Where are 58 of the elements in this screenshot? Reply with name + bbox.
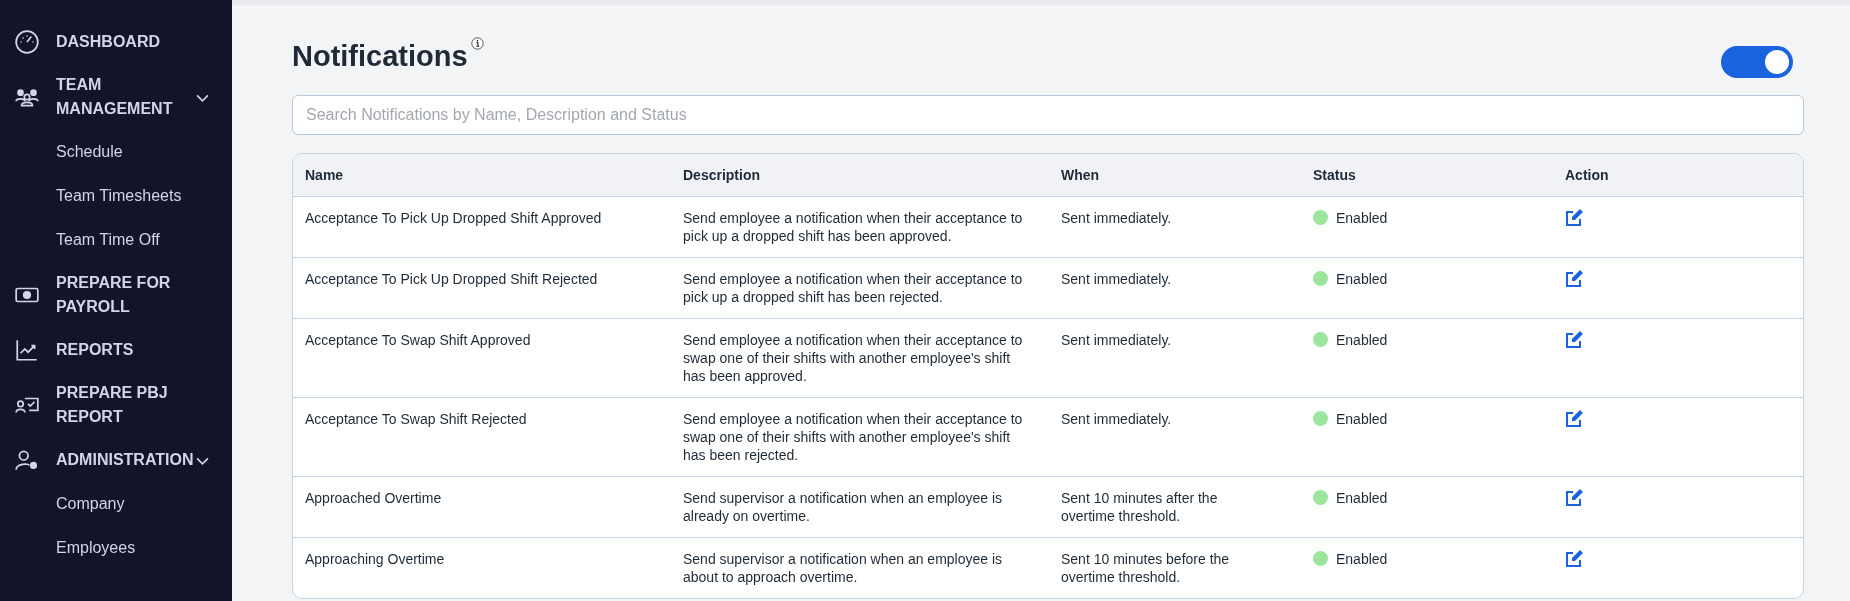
- table-cell-text: Acceptance To Swap Shift Rejected: [304, 410, 528, 429]
- nav-label: PREPARE PBJ REPORT: [56, 383, 169, 427]
- status-text: Enabled: [1336, 489, 1388, 507]
- status-text: Enabled: [1336, 270, 1388, 288]
- nav-item[interactable]: PREPARE FOR PAYROLL: [0, 262, 232, 328]
- page-title: Notifications: [292, 40, 468, 73]
- table-cell-text: Send employee a notification when their acceptance to swap one of their shifts with another employee's shift has been approved.: [682, 331, 1024, 386]
- nav-subitem[interactable]: Team Time Off: [0, 218, 232, 262]
- nav-label: TEAM MANAGEMENT: [56, 75, 174, 119]
- column-header: When: [1060, 166, 1101, 184]
- toggle-switch[interactable]: [1721, 46, 1793, 78]
- table-cell-text: Acceptance To Swap Shift Approved: [304, 331, 532, 350]
- edit-icon[interactable]: [1565, 410, 1583, 428]
- column-header: Description: [682, 166, 761, 184]
- edit-icon[interactable]: [1565, 270, 1583, 288]
- table-cell-text: Sent 10 minutes after the overtime threshold.: [1060, 489, 1219, 526]
- nav-subitem[interactable]: Team Timesheets: [0, 174, 232, 218]
- status-text: Enabled: [1336, 331, 1388, 349]
- table-cell-text: Sent immediately.: [1060, 270, 1173, 289]
- nav-subitem[interactable]: Employees: [0, 526, 232, 570]
- table-cell-text: Acceptance To Pick Up Dropped Shift Rejected: [304, 270, 599, 289]
- nav-label: ADMINISTRATION: [56, 450, 194, 470]
- table-cell-text: Acceptance To Pick Up Dropped Shift Approved: [304, 209, 603, 228]
- nav-label: DASHBOARD: [56, 32, 161, 52]
- edit-icon[interactable]: [1565, 331, 1583, 349]
- table-cell-text: Send supervisor a notification when an employee is about to approach overtime.: [682, 550, 1004, 587]
- column-header: Action: [1564, 166, 1610, 184]
- column-header: Status: [1312, 166, 1357, 184]
- table-cell-text: Send employee a notification when their acceptance to swap one of their shifts with another employee's shift has been rejected.: [682, 410, 1024, 465]
- nav-label: PREPARE FOR PAYROLL: [56, 273, 172, 317]
- nav-item[interactable]: PREPARE PBJ REPORT: [0, 372, 232, 438]
- nav-item[interactable]: TEAM MANAGEMENT: [0, 64, 232, 130]
- table-cell-text: Send employee a notification when their acceptance to pick up a dropped shift has been rejected.: [682, 270, 1024, 307]
- edit-icon[interactable]: [1565, 550, 1583, 568]
- edit-icon[interactable]: [1565, 209, 1583, 227]
- edit-icon[interactable]: [1565, 489, 1583, 507]
- chart-icon: [14, 337, 40, 363]
- nav-item[interactable]: DASHBOARD: [0, 20, 232, 64]
- nav-subitem[interactable]: Schedule: [0, 130, 232, 174]
- nav-item[interactable]: ADMINISTRATION: [0, 438, 232, 482]
- table-cell-text: Send supervisor a notification when an employee is already on overtime.: [682, 489, 1004, 526]
- status-text: Enabled: [1336, 410, 1388, 428]
- table-cell-text: Sent 10 minutes before the overtime threshold.: [1060, 550, 1231, 587]
- column-header: Name: [304, 166, 345, 184]
- table-cell-text: Sent immediately.: [1060, 331, 1173, 350]
- status-text: Enabled: [1336, 209, 1388, 227]
- status-text: Enabled: [1336, 550, 1388, 568]
- gauge-icon: [14, 29, 40, 55]
- table-cell-text: Send employee a notification when their acceptance to pick up a dropped shift has been approved.: [682, 209, 1024, 246]
- table-cell-text: Sent immediately.: [1060, 209, 1173, 228]
- table-cell-text: Approached Overtime: [304, 489, 443, 508]
- table-cell-text: Sent immediately.: [1060, 410, 1173, 429]
- nav-label: REPORTS: [56, 340, 135, 360]
- info-icon: [470, 37, 484, 50]
- nav-item[interactable]: REPORTS: [0, 328, 232, 372]
- search-field[interactable]: Search Notifications by Name, Description and Status: [292, 95, 1804, 135]
- table-cell-text: Approaching Overtime: [304, 550, 446, 569]
- nav-subitem[interactable]: Company: [0, 482, 232, 526]
